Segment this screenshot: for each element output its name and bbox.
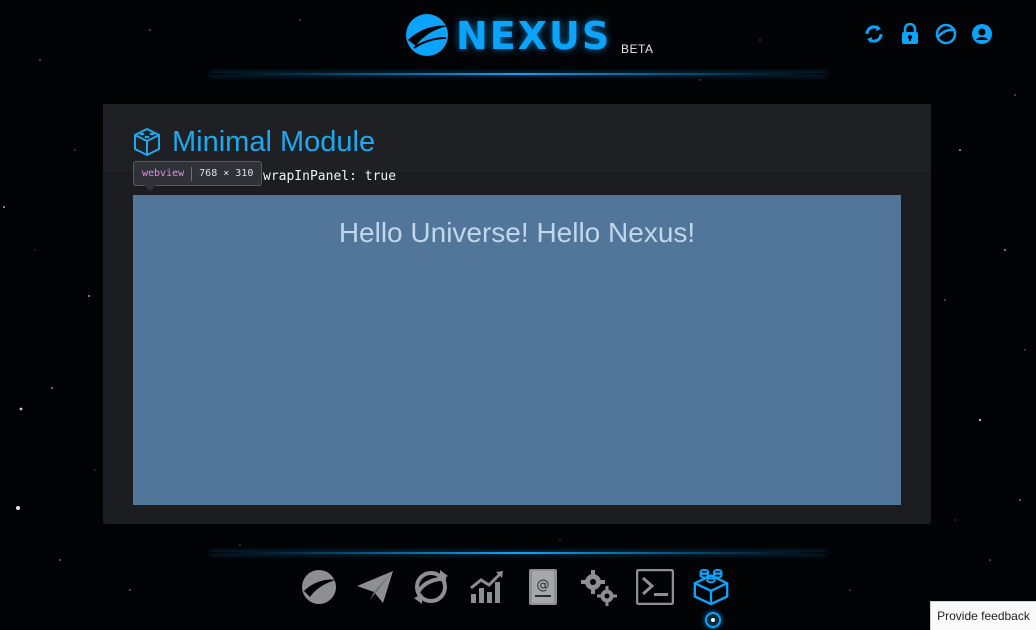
address-book-icon: @ [529,569,557,605]
terminal-icon [636,569,674,605]
inspector-separator [191,166,193,181]
module-cube-icon [134,127,160,157]
nav-item-modules[interactable] [692,567,730,607]
modules-icon [693,568,729,606]
header-divider [210,73,826,75]
nav-item-console[interactable] [636,567,674,607]
inspector-tag: webview [142,168,185,179]
hello-message: Hello Universe! Hello Nexus! [338,217,696,248]
nav-item-address-book[interactable]: @ [524,567,562,607]
nav-item-market[interactable] [468,567,506,607]
nav-item-overview[interactable] [300,567,338,607]
header-toolbar [862,21,994,47]
module-webview[interactable]: Hello Universe! Hello Nexus! [133,195,901,505]
lock-icon[interactable] [898,21,922,47]
bottom-nav: @ [300,567,730,609]
provide-feedback-button[interactable]: Provide feedback [930,601,1036,630]
network-icon[interactable] [934,21,958,47]
nav-item-settings[interactable] [580,567,618,607]
sync-icon[interactable] [862,21,886,47]
inspector-dimensions: 768 × 310 [199,168,254,179]
user-icon[interactable] [970,21,994,47]
nexus-logo-icon [406,14,448,56]
transactions-icon [414,570,448,604]
nexus-logo-icon [302,570,336,604]
inspector-tooltip: webview 768 × 310 [133,161,263,191]
nav-divider [210,552,826,554]
nav-item-transactions[interactable] [412,567,450,607]
module-title: Minimal Module [172,126,376,158]
wrap-in-panel-label: wrapInPanel: true [263,169,397,184]
chart-icon [470,571,503,603]
paper-plane-icon [357,571,393,603]
beta-badge: BETA [621,42,654,56]
nav-item-send[interactable] [356,567,394,607]
svg-text:@: @ [537,578,550,593]
brand-name: NEXUS [456,14,612,58]
gears-icon [581,570,617,606]
inspector-arrow [144,185,156,191]
active-nav-indicator [705,612,721,628]
